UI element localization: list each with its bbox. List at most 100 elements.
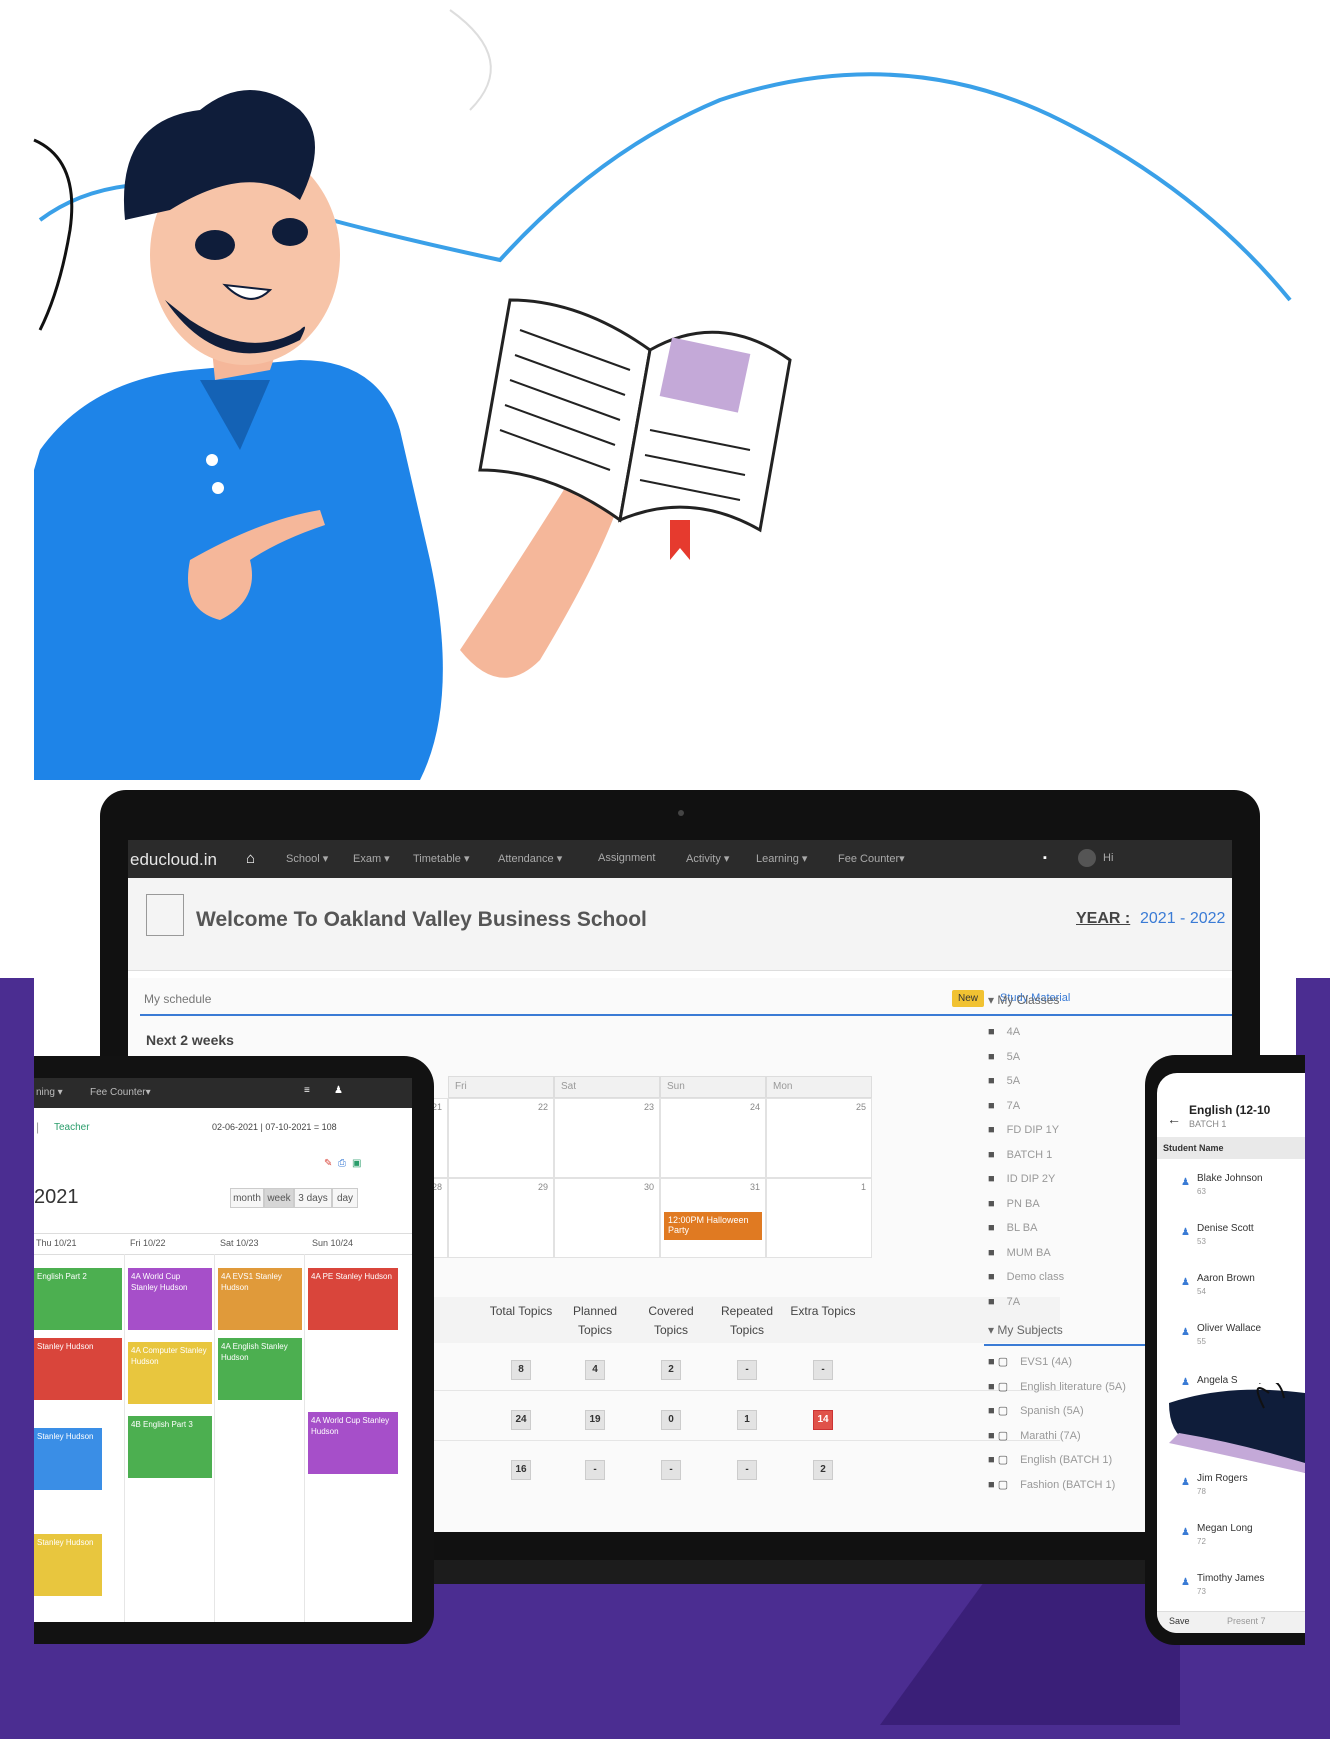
column-line bbox=[214, 1254, 215, 1622]
subject-item[interactable]: ■ ▢ Fashion (BATCH 1) bbox=[988, 1473, 1126, 1498]
view-3days-button[interactable]: 3 days bbox=[294, 1188, 332, 1208]
timetable-event[interactable]: Stanley Hudson bbox=[34, 1338, 122, 1400]
timetable-event[interactable]: 4B English Part 3 bbox=[128, 1416, 212, 1478]
view-day-button[interactable]: day bbox=[332, 1188, 358, 1208]
class-item[interactable]: ■ FD DIP 1Y bbox=[988, 1118, 1064, 1143]
topic-cell: - bbox=[813, 1360, 833, 1380]
my-classes-title[interactable]: ▾ My Classes bbox=[988, 993, 1059, 1007]
student-name[interactable]: Jim Rogers bbox=[1197, 1473, 1248, 1484]
year-selector[interactable]: 2021 - 2022 bbox=[1140, 910, 1225, 928]
subject-item[interactable]: ■ ▢ English (BATCH 1) bbox=[988, 1448, 1126, 1473]
class-label: BL BA bbox=[1006, 1222, 1038, 1234]
home-icon[interactable]: ⌂ bbox=[246, 850, 255, 867]
timetable-event[interactable]: 4A Computer Stanley Hudson bbox=[128, 1342, 212, 1404]
nav-fee-counter[interactable]: Fee Counter▾ bbox=[90, 1087, 151, 1098]
subject-item[interactable]: ■ ▢ Marathi (7A) bbox=[988, 1424, 1126, 1449]
class-item[interactable]: ■ BL BA bbox=[988, 1216, 1064, 1241]
calendar-year: 2021 bbox=[34, 1186, 79, 1208]
present-count: Present 7 bbox=[1227, 1616, 1266, 1626]
timetable-event[interactable]: Stanley Hudson bbox=[34, 1534, 102, 1596]
shoe-illustration bbox=[1169, 1383, 1305, 1473]
subject-item[interactable]: ■ ▢ Spanish (5A) bbox=[988, 1399, 1126, 1424]
back-arrow-icon[interactable]: ← bbox=[1167, 1111, 1181, 1127]
student-name[interactable]: Blake Johnson bbox=[1197, 1173, 1263, 1184]
class-item[interactable]: ■ Demo class bbox=[988, 1265, 1064, 1290]
nav-attendance[interactable]: Attendance ▾ bbox=[498, 852, 562, 865]
nav-learning[interactable]: ning ▾ bbox=[36, 1087, 63, 1098]
timetable-event[interactable]: 4A World Cup Stanley Hudson bbox=[128, 1268, 212, 1330]
class-item[interactable]: ■ 5A bbox=[988, 1045, 1064, 1070]
timetable-event[interactable]: 4A World Cup Stanley Hudson bbox=[308, 1412, 398, 1474]
next-weeks-label: Next 2 weeks bbox=[146, 1032, 234, 1048]
lock-icon: ■ ▢ bbox=[988, 1454, 1009, 1466]
col-repeated-topics: Repeated Topics bbox=[720, 1304, 774, 1337]
student-name[interactable]: Oliver Wallace bbox=[1197, 1323, 1261, 1334]
class-item[interactable]: ■ 7A bbox=[988, 1094, 1064, 1119]
nav-exam[interactable]: Exam ▾ bbox=[353, 852, 390, 865]
class-item[interactable]: ■ 4A bbox=[988, 1020, 1064, 1045]
calendar-day[interactable]: 23 bbox=[554, 1098, 660, 1178]
student-name[interactable]: Megan Long bbox=[1197, 1523, 1253, 1534]
student-name[interactable]: Aaron Brown bbox=[1197, 1273, 1255, 1284]
date-range: 02-06-2021 | 07-10-2021 = 108 bbox=[212, 1122, 337, 1132]
calendar-day[interactable]: 25 bbox=[766, 1098, 872, 1178]
nav-assignment[interactable]: Assignment bbox=[598, 852, 655, 864]
nav-timetable[interactable]: Timetable ▾ bbox=[413, 852, 469, 865]
student-icon: ♟ bbox=[1181, 1277, 1190, 1288]
user-icon[interactable]: ♟ bbox=[334, 1085, 343, 1096]
calendar-day[interactable]: 30 bbox=[554, 1178, 660, 1258]
avatar[interactable] bbox=[1078, 849, 1096, 867]
menu-icon[interactable]: ≡ bbox=[304, 1085, 310, 1096]
save-button[interactable]: Save bbox=[1169, 1616, 1190, 1626]
class-item[interactable]: ■ PN BA bbox=[988, 1192, 1064, 1217]
view-month-button[interactable]: month bbox=[230, 1188, 264, 1208]
calendar-day[interactable]: 29 bbox=[448, 1178, 554, 1258]
class-label: 7A bbox=[1006, 1295, 1021, 1308]
topic-cell: 19 bbox=[585, 1410, 605, 1430]
brand-logo[interactable]: educloud.in bbox=[130, 850, 217, 870]
subject-item[interactable]: ■ ▢ English literature (5A) bbox=[988, 1375, 1126, 1400]
divider bbox=[34, 1254, 412, 1255]
calendar-day[interactable]: 22 bbox=[448, 1098, 554, 1178]
calendar-day[interactable]: 24 bbox=[660, 1098, 766, 1178]
topic-cell: 4 bbox=[585, 1360, 605, 1380]
column-header: Fri 10/22 bbox=[130, 1238, 166, 1248]
export-icon[interactable]: ▣ bbox=[352, 1158, 361, 1169]
calendar-day[interactable]: 1 bbox=[766, 1178, 872, 1258]
my-subjects-title[interactable]: ▾ My Subjects bbox=[988, 1323, 1063, 1337]
nav-fee-counter[interactable]: Fee Counter▾ bbox=[838, 852, 905, 865]
pin-icon[interactable]: ✎ bbox=[324, 1158, 332, 1169]
student-name[interactable]: Denise Scott bbox=[1197, 1223, 1254, 1234]
timetable-event[interactable]: English Part 2 bbox=[34, 1268, 122, 1330]
student-name[interactable]: Timothy James bbox=[1197, 1573, 1264, 1584]
timetable-event[interactable]: Stanley Hudson bbox=[34, 1428, 102, 1490]
row-divider bbox=[408, 1390, 1060, 1391]
class-item[interactable]: ■ 5A bbox=[988, 1069, 1064, 1094]
class-item[interactable]: ■ MUM BA bbox=[988, 1241, 1064, 1266]
menu-icon[interactable]: ▪ bbox=[1043, 852, 1047, 864]
timetable-event[interactable]: 4A PE Stanley Hudson bbox=[308, 1268, 398, 1330]
nav-school[interactable]: School ▾ bbox=[286, 852, 328, 865]
subject-item[interactable]: ■ ▢ EVS1 (4A) bbox=[988, 1350, 1126, 1375]
class-label: 5A bbox=[1006, 1075, 1021, 1087]
student-icon: ♟ bbox=[1181, 1477, 1190, 1488]
timetable-event[interactable]: 4A English Stanley Hudson bbox=[218, 1338, 302, 1400]
topic-cell: 16 bbox=[511, 1460, 531, 1480]
student-number: 73 bbox=[1197, 1587, 1206, 1596]
nav-activity[interactable]: Activity ▾ bbox=[686, 852, 729, 865]
class-item[interactable]: ■ ID DIP 2Y bbox=[988, 1167, 1064, 1192]
speech-bubble bbox=[33, 138, 74, 331]
halloween-event[interactable]: 12:00PM Halloween Party bbox=[664, 1212, 762, 1240]
nav-learning[interactable]: Learning ▾ bbox=[756, 852, 807, 865]
print-icon[interactable]: ⎙ bbox=[338, 1158, 346, 1169]
class-item[interactable]: ■ BATCH 1 bbox=[988, 1143, 1064, 1168]
class-label: 5A bbox=[1006, 1050, 1021, 1063]
lock-icon: ■ bbox=[988, 1148, 995, 1161]
student-icon: ♟ bbox=[1181, 1527, 1190, 1538]
view-week-button[interactable]: week bbox=[264, 1188, 294, 1208]
subject-label: English literature (5A) bbox=[1020, 1380, 1126, 1393]
user-greeting[interactable]: Hi bbox=[1103, 852, 1113, 864]
topic-cell: 1 bbox=[737, 1410, 757, 1430]
class-item[interactable]: ■ 7A bbox=[988, 1290, 1064, 1315]
timetable-event[interactable]: 4A EVS1 Stanley Hudson bbox=[218, 1268, 302, 1330]
